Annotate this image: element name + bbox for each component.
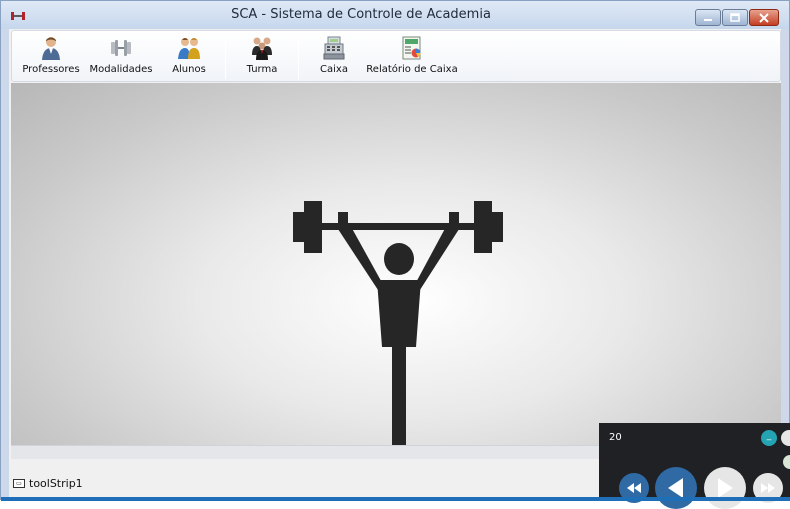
title-bar[interactable]: SCA - Sistema de Controle de Academia [1,1,789,29]
toolbar-label: Turma [246,64,278,75]
taskbar-accent-strip [1,497,790,501]
toolstrip-icon: ▭ [13,479,25,488]
window-title: SCA - Sistema de Controle de Academia [231,7,491,22]
toolbar-label: Relatório de Caixa [366,64,458,75]
toolbar-label: Professores [22,64,80,75]
minimize-icon [704,18,712,21]
media-play-button[interactable] [704,467,746,509]
play-left-icon [668,478,683,498]
toolbar-label: Alunos [172,64,206,75]
toolbar-label: Modalidades [89,64,153,75]
toolstrip-label: toolStrip1 [29,477,83,490]
fast-forward-icon [761,483,775,493]
students-icon [178,38,200,59]
toolbar-button-alunos[interactable]: Alunos [169,35,209,81]
toolbar-button-professores[interactable]: Professores [22,35,80,81]
toolbar-label: Caixa [320,64,348,75]
rewind-icon [627,483,641,493]
weightlifter-icon [293,201,503,445]
report-icon [402,36,421,60]
app-window: SCA - Sistema de Controle de Academia Pr… [0,0,790,509]
main-content-area [11,83,781,445]
media-player-panel: 20 _ [599,423,790,509]
toolbar-separator [225,37,226,79]
toolbar-button-caixa[interactable]: Caixa [314,35,354,81]
maximize-icon [730,13,740,22]
play-icon [718,478,733,498]
toolbar-button-relatorio-de-caixa[interactable]: Relatório de Caixa [366,35,458,81]
toolbar: Professores Modalidades Alunos Turma Cai… [11,30,781,82]
minimize-button[interactable] [695,9,721,26]
toolbar-separator [298,37,299,79]
media-previous-button[interactable] [655,467,697,509]
media-extra-button[interactable] [783,455,790,469]
dumbbell-icon [111,40,131,56]
close-icon [759,12,769,23]
teacher-icon [42,37,60,60]
class-group-icon [252,37,272,60]
media-count: 20 [609,432,622,443]
maximize-button[interactable] [722,9,748,26]
media-close-button[interactable] [781,430,790,446]
close-button[interactable] [749,9,779,26]
media-minimize-button[interactable]: _ [761,430,777,446]
cash-register-icon [323,36,345,60]
toolbar-button-modalidades[interactable]: Modalidades [89,35,153,81]
toolbar-button-turma[interactable]: Turma [242,35,282,81]
